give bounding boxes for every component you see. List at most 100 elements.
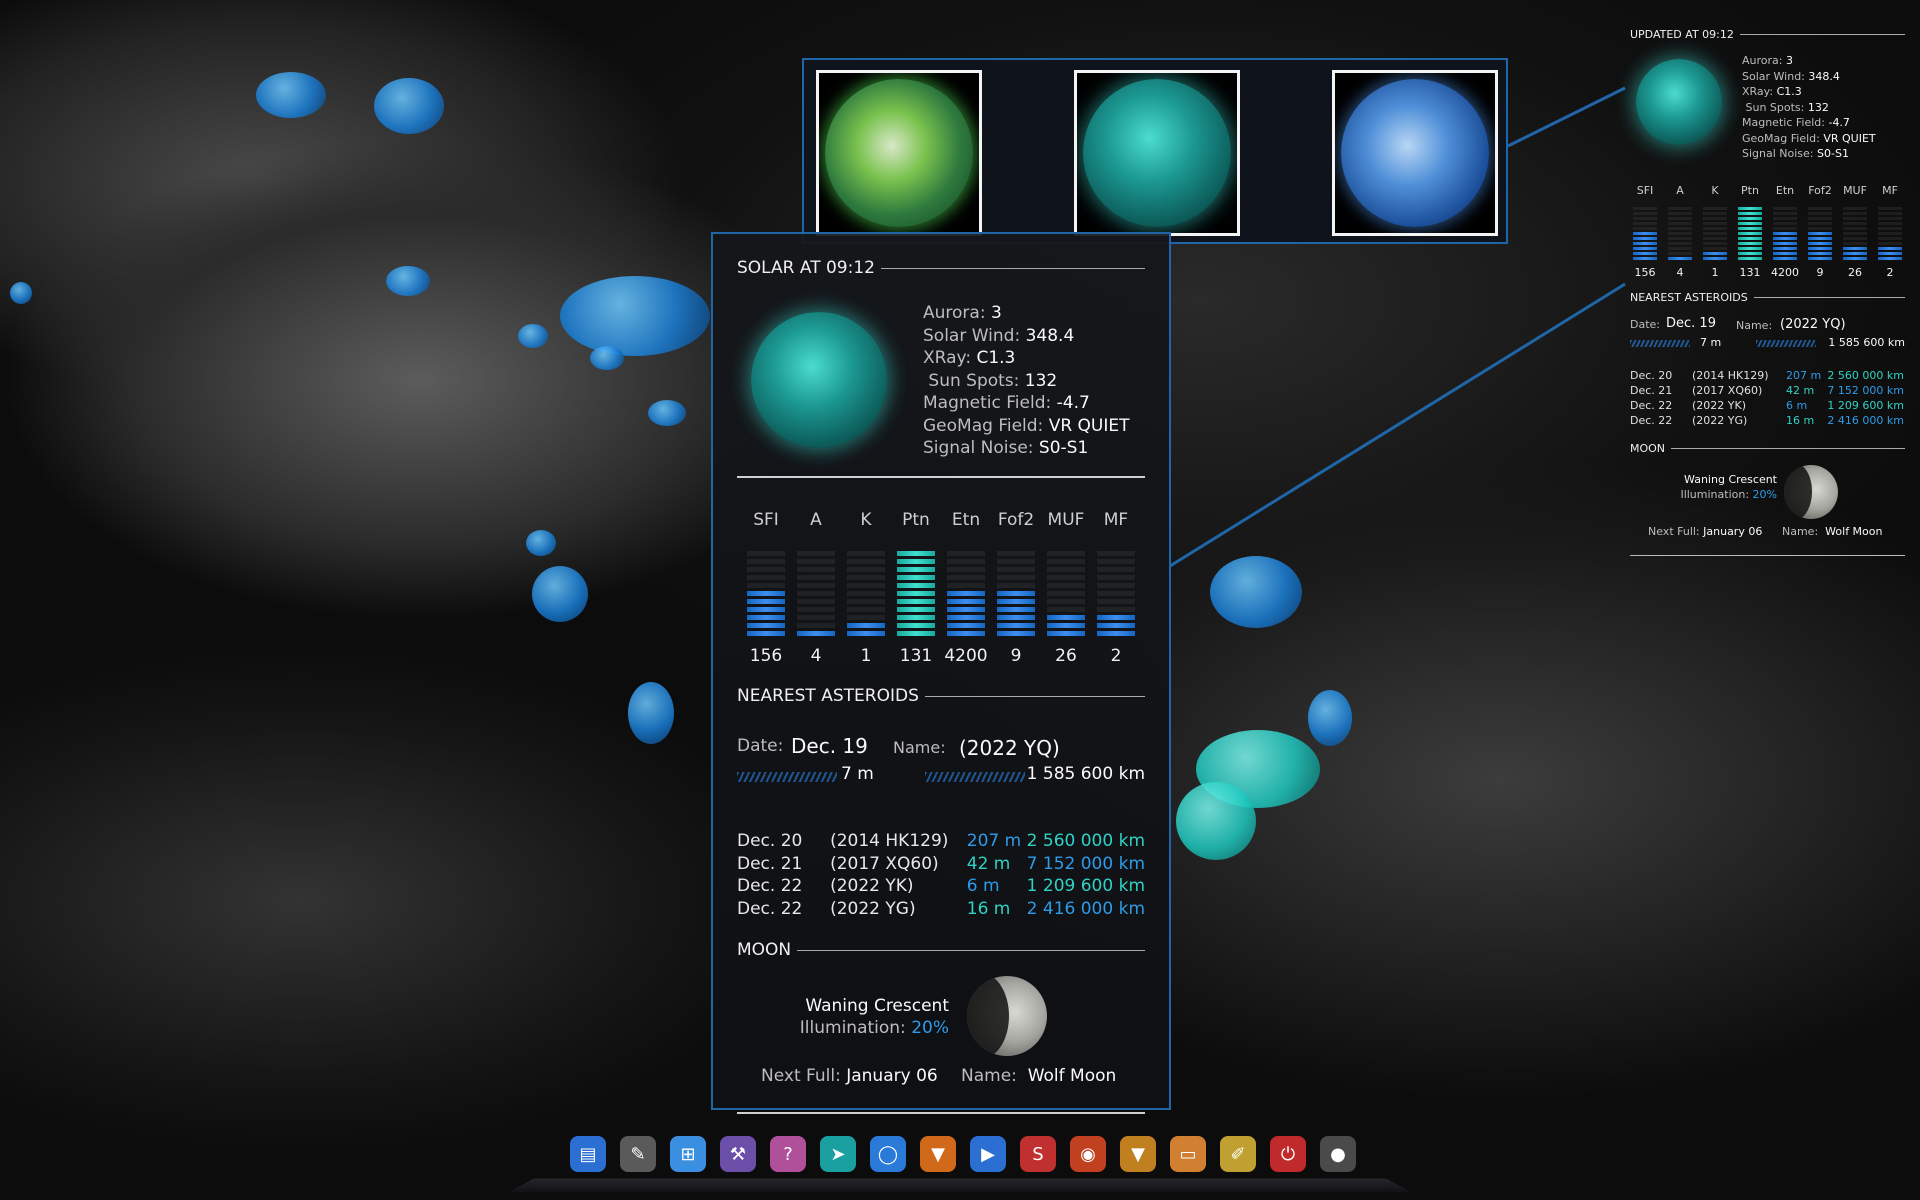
- band-meter-segment: [1047, 599, 1085, 604]
- signal-noise-label: Signal Noise:: [1742, 147, 1814, 160]
- band-label: Fof2: [1808, 183, 1832, 197]
- signal-noise-value: S0-S1: [1817, 147, 1849, 160]
- moon-phase-image: [967, 976, 1047, 1056]
- band-meter-segment: [797, 623, 835, 628]
- size-gauge: [737, 772, 837, 782]
- band-meter-segment: [1097, 599, 1135, 604]
- media-player-icon[interactable]: ▶: [970, 1136, 1006, 1172]
- asteroid-name: (2022 YQ): [1780, 316, 1846, 332]
- band-meter-segment: [997, 615, 1035, 620]
- band-meter-segment: [1738, 251, 1762, 255]
- band-meter-segment: [847, 575, 885, 580]
- asteroid-size: 7 m: [1700, 335, 1722, 349]
- band-meter-segment: [897, 599, 935, 604]
- band-label: MF: [1882, 183, 1898, 197]
- sun-spots-value: 132: [1024, 370, 1058, 391]
- band-meter-segment: [1633, 246, 1657, 250]
- rss-icon[interactable]: ◉: [1070, 1136, 1106, 1172]
- band-meter-segment: [1808, 256, 1832, 260]
- band-meter-segment: [1047, 567, 1085, 572]
- band-a: A4: [793, 510, 839, 666]
- band-label: Ptn: [1741, 183, 1759, 197]
- asteroid-row-date: Dec. 20: [737, 831, 803, 851]
- text-editor-icon[interactable]: ✐: [1220, 1136, 1256, 1172]
- asteroid-row-size: 16 m: [966, 898, 1011, 919]
- band-meter-segment: [897, 591, 935, 596]
- folder-icon[interactable]: ▭: [1170, 1136, 1206, 1172]
- band-meter: [997, 546, 1035, 636]
- xray-value: C1.3: [1776, 85, 1802, 98]
- band-meter-segment: [747, 623, 785, 628]
- asteroid-row-name: (2022 YG): [1692, 413, 1748, 427]
- band-meter-segment: [1703, 216, 1727, 220]
- illumination-label: Illumination:: [799, 1018, 906, 1038]
- moon-name-value: Wolf Moon: [1027, 1066, 1117, 1086]
- band-meter-segment: [997, 599, 1035, 604]
- gimp-icon[interactable]: ✎: [620, 1136, 656, 1172]
- wallpaper-droplet: [532, 566, 588, 622]
- sun-image-green[interactable]: [816, 70, 982, 236]
- sun-image-blue[interactable]: [1332, 70, 1498, 236]
- asteroid-row-size: 6 m: [966, 876, 1000, 896]
- band-meter-segment: [1808, 241, 1832, 245]
- band-meter-segment: [1633, 256, 1657, 260]
- band-meter-segment: [1668, 231, 1692, 235]
- band-meter-segment: [947, 631, 985, 636]
- scribus-icon[interactable]: S: [1020, 1136, 1056, 1172]
- next-full-value: January 06: [1703, 524, 1763, 538]
- asteroid-row-distance: 2 416 000 km: [1827, 413, 1904, 427]
- band-meter-segment: [1703, 236, 1727, 240]
- band-meter-segment: [1703, 211, 1727, 215]
- solar-stats: Aurora: 3 Solar Wind: 348.4 XRay: C1.3 S…: [923, 302, 1130, 468]
- band-meter-segment: [1703, 241, 1727, 245]
- sun-image-teal[interactable]: [1074, 70, 1240, 236]
- power-icon[interactable]: ⏻: [1270, 1136, 1306, 1172]
- band-meter-segment: [747, 559, 785, 564]
- asteroid-list: Dec. 20 (2014 HK129) 207 m2 560 000 km Dec…: [737, 830, 1145, 920]
- gnome-builder-icon[interactable]: ⚒: [720, 1136, 756, 1172]
- band-meter-segment: [797, 583, 835, 588]
- asteroid-row-size: 6 m: [1786, 398, 1808, 412]
- band-meter-segment: [1878, 236, 1902, 240]
- trash-icon[interactable]: ●: [1320, 1136, 1356, 1172]
- band-sfi: SFI 156: [743, 510, 789, 666]
- band-meter-segment: [1843, 221, 1867, 225]
- brave-beta-icon[interactable]: ▼: [1120, 1136, 1156, 1172]
- files-icon[interactable]: ▤: [570, 1136, 606, 1172]
- signal-icon[interactable]: ◯: [870, 1136, 906, 1172]
- band-meter-segment: [1878, 246, 1902, 250]
- band-meter-segment: [1808, 211, 1832, 215]
- aurora-value: 3: [990, 303, 1002, 323]
- peek-icon[interactable]: ?: [770, 1136, 806, 1172]
- band-meter-segment: [1773, 231, 1797, 235]
- sun-spots-label: Sun Spots:: [928, 370, 1020, 391]
- band-meter-segment: [1808, 236, 1832, 240]
- windows-icon[interactable]: ⊞: [670, 1136, 706, 1172]
- asteroid-name: (2022 YQ): [959, 736, 1060, 760]
- band-meter-segment: [1703, 251, 1727, 255]
- band-meter: [847, 546, 885, 636]
- asteroid-row-size: 207 m: [966, 831, 1022, 851]
- telegram-icon[interactable]: ➤: [820, 1136, 856, 1172]
- band-value: 1: [1711, 265, 1719, 279]
- band-value: 131: [1739, 265, 1761, 279]
- band-meter: [947, 546, 985, 636]
- band-label: Fof2: [997, 510, 1035, 530]
- distance-gauge: [1756, 339, 1816, 347]
- band-meter-segment: [1047, 615, 1085, 620]
- divider: [1630, 554, 1905, 556]
- band-label: SFI: [753, 510, 779, 530]
- band-value: 4200: [944, 646, 988, 666]
- brave-icon[interactable]: ▼: [920, 1136, 956, 1172]
- band-meter-segment: [1097, 583, 1135, 588]
- band-meter-segment: [1738, 206, 1762, 210]
- solar-wind-label: Solar Wind:: [1742, 69, 1805, 83]
- band-value: 4200: [1771, 265, 1799, 279]
- band-meter-segment: [1738, 216, 1762, 220]
- band-meter-segment: [1878, 206, 1902, 210]
- next-full-value: January 06: [846, 1066, 938, 1086]
- band-meter-segment: [1738, 256, 1762, 260]
- band-meter-segment: [1668, 211, 1692, 215]
- band-meter-segment: [847, 559, 885, 564]
- signal-noise-label: Signal Noise:: [923, 438, 1034, 458]
